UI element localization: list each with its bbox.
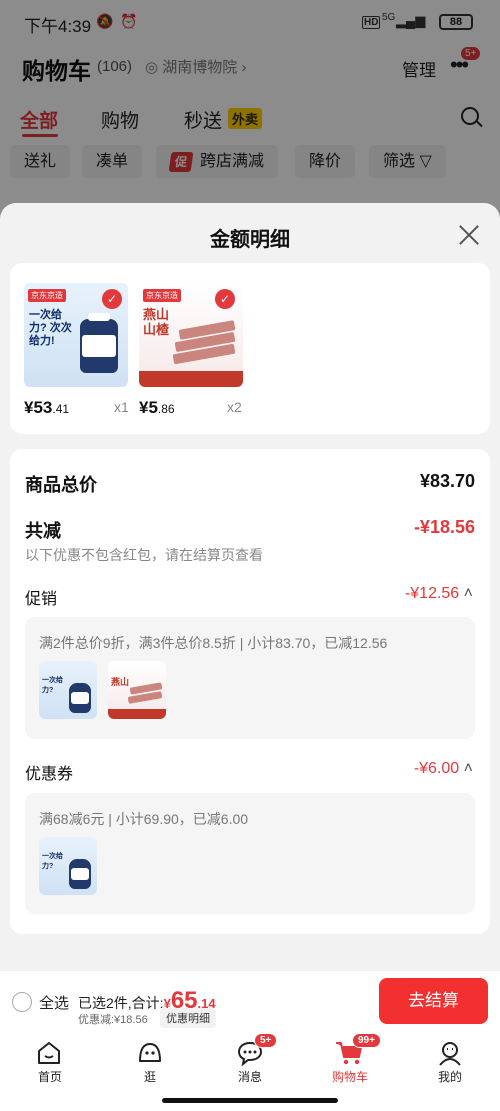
breakdown-card: 商品总价 ¥83.70 共减 -¥18.56 以下优惠不包含红包，请在结算页查看… bbox=[10, 449, 490, 934]
browse-icon bbox=[139, 1043, 161, 1062]
selected-text: 已选2件,合计: bbox=[78, 995, 164, 1011]
chevron-up-icon: ˄ bbox=[463, 760, 473, 777]
nav-label: 首页 bbox=[37, 1070, 62, 1084]
promo-label: 促销 bbox=[25, 591, 58, 608]
price-int: ¥53 bbox=[24, 398, 53, 417]
total-value: ¥83.70 bbox=[419, 471, 475, 491]
chevron-up-icon: ˄ bbox=[463, 585, 473, 602]
cart-badge: 99+ bbox=[352, 1033, 381, 1048]
home-indicator[interactable] bbox=[162, 1098, 338, 1103]
bottle-graphic bbox=[80, 313, 118, 373]
discount-value: -¥18.56 bbox=[413, 517, 475, 537]
coupon-detail-box: 满68减6元 | 小计69.90，已减6.00 一次给力? bbox=[25, 793, 475, 914]
coupon-value: -¥6.00 bbox=[413, 760, 460, 777]
check-icon: ✓ bbox=[215, 289, 235, 309]
coupon-detail: 满68减6元 | 小计69.90，已减6.00 bbox=[39, 811, 249, 827]
product-headline-1: 一次给力? 次次给力! bbox=[29, 309, 72, 347]
home-icon bbox=[38, 1042, 60, 1064]
price-dec: .86 bbox=[157, 402, 175, 416]
promo-detail: 满2件总价9折，满3件总价8.5折 | 小计83.70，已减12.56 bbox=[39, 635, 388, 651]
price-dec: .41 bbox=[52, 402, 70, 416]
promo-product-thumb-2: 燕山 bbox=[108, 661, 166, 719]
discount-note: 以下优惠不包含红包，请在结算页查看 bbox=[25, 547, 263, 563]
saved-amount: 优惠减:¥18.56 bbox=[78, 1014, 148, 1026]
product-qty-1: x1 bbox=[114, 399, 129, 415]
promo-value: -¥12.56 bbox=[404, 585, 460, 602]
product-headline-2: 燕山 山楂 bbox=[143, 307, 170, 337]
nav-label: 我的 bbox=[437, 1070, 462, 1084]
nav-label: 逛 bbox=[143, 1070, 156, 1084]
product-price-1: ¥53.41 bbox=[24, 398, 69, 418]
coupon-product-thumb: 一次给力? bbox=[39, 837, 97, 895]
promo-detail-box: 满2件总价9折，满3件总价8.5折 | 小计83.70，已减12.56 一次给力… bbox=[25, 617, 475, 739]
sheet-title: 金额明细 bbox=[210, 229, 290, 251]
select-all-label[interactable]: 全选 bbox=[39, 992, 69, 1013]
nav-label: 购物车 bbox=[331, 1070, 368, 1084]
brand-tag: 京东京造 bbox=[28, 289, 66, 302]
brand-tag: 京东京造 bbox=[143, 289, 181, 302]
nav-label: 消息 bbox=[237, 1070, 262, 1084]
message-badge: 5+ bbox=[254, 1033, 278, 1048]
profile-icon bbox=[439, 1042, 461, 1066]
product-image-2[interactable]: 京东京造 燕山 山楂 ✓ bbox=[139, 283, 243, 387]
product-image-1[interactable]: 京东京造 一次给力? 次次给力! ✓ bbox=[24, 283, 128, 387]
coupon-toggle[interactable]: -¥6.00 ˄ bbox=[414, 760, 473, 778]
discount-label: 共减 bbox=[25, 521, 61, 541]
coupon-label: 优惠券 bbox=[25, 766, 74, 783]
products-card: 京东京造 一次给力? 次次给力! ✓ ¥53.41 x1 京东京造 燕山 山楂 … bbox=[10, 263, 490, 434]
product-price-2: ¥5.86 bbox=[139, 398, 175, 418]
promo-toggle[interactable]: -¥12.56 ˄ bbox=[405, 585, 473, 603]
select-all-radio[interactable] bbox=[12, 992, 32, 1012]
checkout-button[interactable]: 去结算 bbox=[379, 978, 488, 1024]
price-int: ¥5 bbox=[139, 398, 158, 417]
promo-product-thumb-1: 一次给力? bbox=[39, 661, 97, 719]
close-icon[interactable] bbox=[457, 223, 481, 247]
discount-detail-button[interactable]: 优惠明细 bbox=[160, 1008, 216, 1028]
checkout-bar: 全选 已选2件,合计:¥65.14 优惠减:¥18.56 优惠明细 去结算 bbox=[0, 970, 500, 1030]
check-icon: ✓ bbox=[102, 289, 122, 309]
total-label: 商品总价 bbox=[25, 475, 97, 495]
product-qty-2: x2 bbox=[227, 399, 242, 415]
